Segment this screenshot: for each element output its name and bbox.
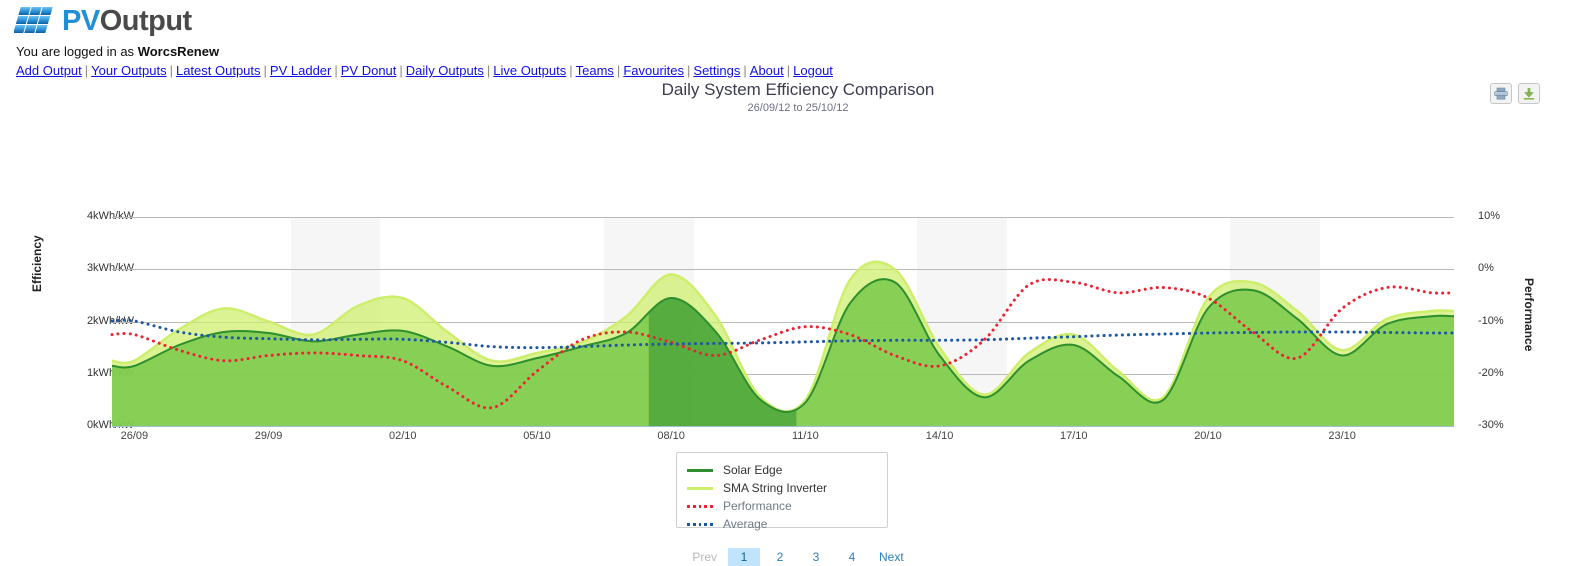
brand-wordmark: PVOutput xyxy=(62,6,192,36)
legend-swatch-dotted xyxy=(687,504,713,508)
chart-date-range: 26/09/12 to 25/10/12 xyxy=(747,102,849,114)
nav-separator: | xyxy=(786,63,791,78)
login-status: You are logged in as WorcsRenew xyxy=(16,44,1596,59)
y-axis-right-label: Performance xyxy=(1522,278,1536,352)
x-tick-label: 23/10 xyxy=(1328,430,1356,442)
legend-swatch-line xyxy=(687,468,713,472)
nav-link-settings[interactable]: Settings xyxy=(693,63,740,78)
pager-page-2[interactable]: 2 xyxy=(764,548,796,566)
login-prefix: You are logged in as xyxy=(16,44,135,59)
chart-title: Daily System Efficiency Comparison xyxy=(661,80,935,99)
x-tick-label: 26/09 xyxy=(120,430,149,442)
nav-separator: | xyxy=(569,63,573,78)
pager-page-1[interactable]: 1 xyxy=(728,548,760,566)
nav-link-teams[interactable]: Teams xyxy=(576,63,614,78)
nav-separator: | xyxy=(169,63,173,78)
nav-link-daily-outputs[interactable]: Daily Outputs xyxy=(406,63,484,78)
nav-separator: | xyxy=(399,63,403,78)
y-tick-right: 0% xyxy=(1478,262,1494,275)
chart-toolbar xyxy=(1490,83,1540,104)
y-axis-left-label: Efficiency xyxy=(30,235,44,292)
chart-legend: Solar Edge SMA String Inverter Performance… xyxy=(676,452,888,531)
nav-link-logout[interactable]: Logout xyxy=(793,63,833,78)
x-tick-label: 08/10 xyxy=(657,430,685,442)
legend-label: Average xyxy=(723,517,768,531)
y-tick-right: -10% xyxy=(1478,314,1504,327)
pagination: Prev 1 2 3 4 Next xyxy=(0,548,1596,566)
nav-separator: | xyxy=(84,63,89,78)
legend-swatch-line xyxy=(687,486,713,490)
y-tick-right: -20% xyxy=(1478,366,1504,379)
pager-page-3[interactable]: 3 xyxy=(800,548,832,566)
x-tick-label: 17/10 xyxy=(1060,430,1088,442)
nav-link-pv-donut[interactable]: PV Donut xyxy=(341,63,397,78)
solar-edge-area xyxy=(112,279,1454,426)
nav-separator: | xyxy=(486,63,491,78)
legend-label: Solar Edge xyxy=(723,463,783,477)
plot-area xyxy=(110,217,1456,427)
y-tick-right: -30% xyxy=(1478,419,1504,431)
x-tick-label: 20/10 xyxy=(1194,430,1222,442)
pager-next[interactable]: Next xyxy=(872,548,911,566)
main-navigation: Add Output | Your Outputs | Latest Outputs | P… xyxy=(16,63,1596,78)
x-tick-label: 05/10 xyxy=(523,430,551,442)
x-axis-line xyxy=(112,426,1454,427)
nav-link-about[interactable]: About xyxy=(750,63,784,78)
x-tick-label: 11/10 xyxy=(792,430,819,442)
nav-link-your-outputs[interactable]: Your Outputs xyxy=(91,63,166,78)
download-icon[interactable] xyxy=(1518,83,1540,104)
legend-item-solar-edge[interactable]: Solar Edge xyxy=(687,461,887,479)
legend-label: SMA String Inverter xyxy=(723,481,828,495)
series-layer xyxy=(110,260,1456,426)
nav-link-live-outputs[interactable]: Live Outputs xyxy=(493,63,566,78)
page-header: PVOutput You are logged in as WorcsRenew… xyxy=(0,0,1596,78)
pvoutput-logo: PVOutput xyxy=(13,4,1596,38)
solar-panel-icon xyxy=(13,6,60,36)
x-tick-label: 29/09 xyxy=(254,430,283,442)
x-tick-label: 02/10 xyxy=(389,430,417,442)
nav-separator: | xyxy=(263,63,267,78)
brand-pv: PV xyxy=(62,5,100,37)
print-icon[interactable] xyxy=(1490,83,1512,104)
legend-item-performance[interactable]: Performance xyxy=(687,497,887,515)
nav-link-latest-outputs[interactable]: Latest Outputs xyxy=(176,63,261,78)
nav-separator: | xyxy=(616,63,621,78)
username: WorcsRenew xyxy=(137,44,220,59)
legend-label: Performance xyxy=(723,499,792,513)
y-tick-right: 10% xyxy=(1478,210,1501,222)
nav-link-add-output[interactable]: Add Output xyxy=(16,63,82,78)
x-tick-label: 14/10 xyxy=(925,430,954,442)
nav-link-pv-ladder[interactable]: PV Ladder xyxy=(270,63,331,78)
nav-link-favourites[interactable]: Favourites xyxy=(623,63,684,78)
legend-swatch-dotted xyxy=(687,522,713,526)
nav-separator: | xyxy=(334,63,338,78)
legend-item-sma-string-inverter[interactable]: SMA String Inverter xyxy=(687,479,887,497)
legend-item-average[interactable]: Average xyxy=(687,515,887,533)
nav-separator: | xyxy=(687,63,691,78)
brand-output: Output xyxy=(99,5,193,37)
pager-prev[interactable]: Prev xyxy=(685,548,724,566)
chart-container: Daily System Efficiency Comparison 26/09… xyxy=(0,78,1596,566)
nav-separator: | xyxy=(743,63,747,78)
pager-page-4[interactable]: 4 xyxy=(836,548,868,566)
